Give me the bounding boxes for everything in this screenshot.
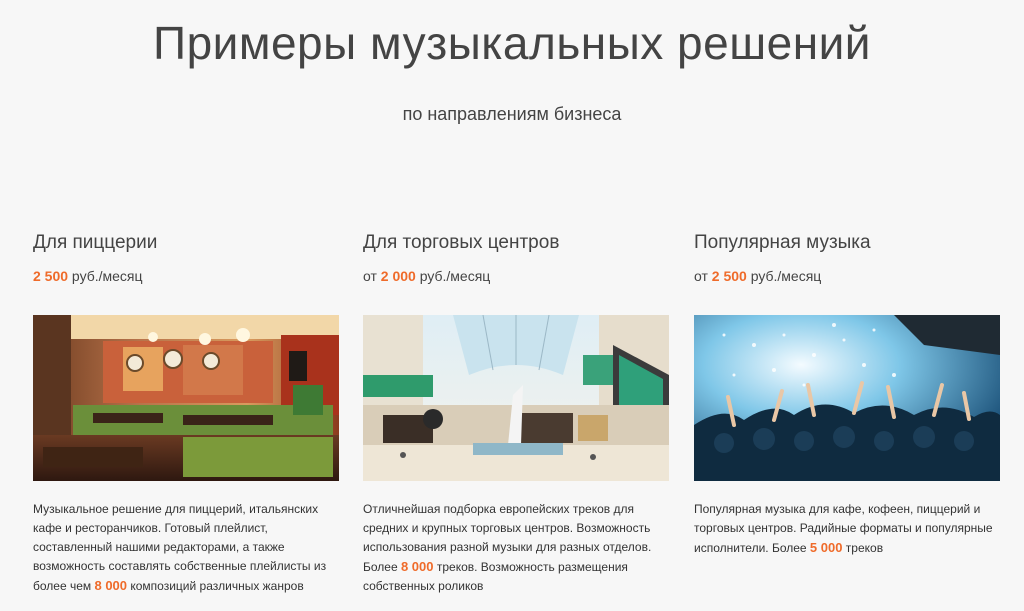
card-price: от 2 500 руб./месяц (694, 266, 1000, 286)
pizzeria-interior-image[interactable] (33, 315, 339, 481)
desc-text-end: треков (842, 541, 884, 555)
price-amount: 2 500 (711, 268, 747, 284)
shopping-mall-image[interactable] (363, 315, 669, 481)
desc-highlight: 8 000 (94, 578, 128, 593)
page-title: Примеры музыкальных решений (153, 17, 871, 69)
price-prefix: от (363, 268, 381, 284)
price-prefix: от (694, 268, 712, 284)
card-description: Отличнейшая подборка европейских треков … (363, 500, 669, 596)
card-description: Популярная музыка для кафе, кофеен, пицц… (694, 500, 1000, 558)
price-amount: 2 500 (33, 268, 69, 284)
card-price: от 2 000 руб./месяц (363, 266, 669, 286)
card-price: 2 500 руб./месяц (33, 266, 339, 286)
desc-highlight: 5 000 (809, 540, 843, 555)
page-subtitle: по направлениям бизнеса (402, 104, 622, 124)
solution-card-mall[interactable]: Для торговых центров от 2 000 руб./месяц (363, 230, 669, 596)
desc-highlight: 8 000 (400, 559, 434, 574)
price-suffix: руб./месяц (415, 268, 491, 284)
card-title[interactable]: Для торговых центров (363, 230, 669, 256)
card-title[interactable]: Популярная музыка (694, 230, 1000, 256)
page: Примеры музыкальных решений по направлен… (0, 0, 1024, 611)
concert-crowd-image[interactable] (694, 315, 1000, 481)
desc-text-end: композиций различных жанров (127, 579, 304, 593)
solution-card-pizzeria[interactable]: Для пиццерии 2 500 руб./месяц Музыкально… (33, 230, 339, 596)
price-suffix: руб./месяц (746, 268, 822, 284)
solution-card-popular[interactable]: Популярная музыка от 2 500 руб./месяц По… (694, 230, 1000, 558)
price-amount: 2 000 (380, 268, 416, 284)
card-title[interactable]: Для пиццерии (33, 230, 339, 256)
price-suffix: руб./месяц (68, 268, 143, 284)
card-description: Музыкальное решение для пиццерий, италья… (33, 500, 339, 596)
